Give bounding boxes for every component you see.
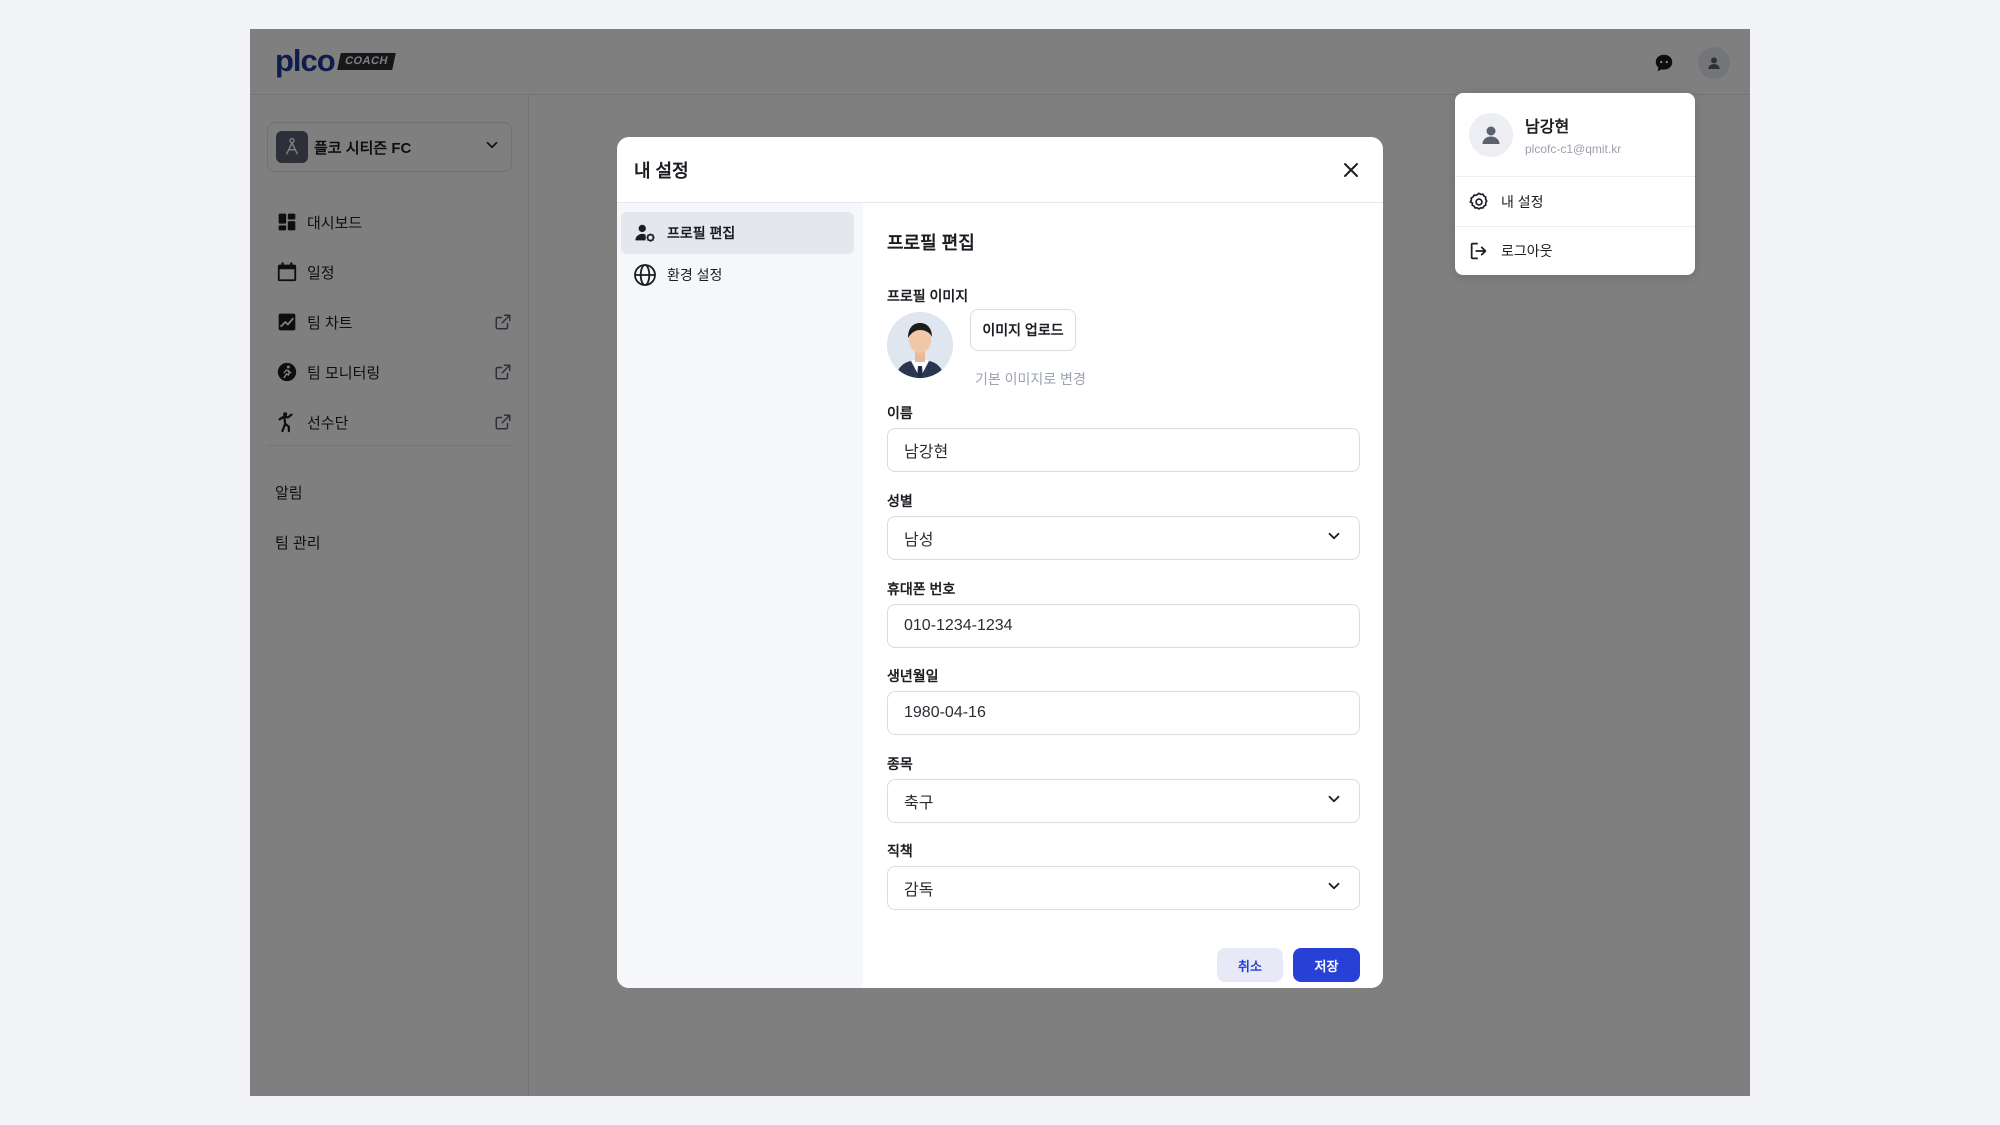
tab-label: 프로필 편집 (667, 225, 736, 241)
save-button[interactable]: 저장 (1293, 948, 1360, 982)
chevron-down-icon (1325, 877, 1343, 900)
phone-label: 휴대폰 번호 (887, 581, 956, 597)
close-icon[interactable] (1336, 155, 1366, 185)
role-label: 직책 (887, 843, 913, 859)
globe-icon (633, 263, 657, 287)
menu-item-label: 내 설정 (1501, 193, 1544, 210)
name-value: 남강현 (904, 444, 949, 461)
section-title: 프로필 편집 (887, 233, 975, 253)
gender-label: 성별 (887, 493, 913, 509)
sport-select[interactable]: 축구 (887, 779, 1360, 823)
tab-label: 환경 설정 (667, 267, 723, 283)
phone-value: 010-1234-1234 (904, 617, 1013, 634)
gender-select[interactable]: 남성 (887, 516, 1360, 560)
settings-modal: 내 설정 프로필 편집 환경 설정 프로필 편집 프로필 이미지 이미지 업로드… (617, 137, 1383, 988)
app-window: plco COACH 플코 시티즌 FC (250, 29, 1750, 1096)
tab-preferences[interactable]: 환경 설정 (621, 254, 854, 296)
menu-item-my-settings[interactable]: 내 설정 (1455, 177, 1695, 226)
menu-item-label: 로그아웃 (1501, 243, 1553, 259)
reset-image-link[interactable]: 기본 이미지로 변경 (975, 369, 1086, 389)
profile-image-label: 프로필 이미지 (887, 288, 969, 304)
user-settings-icon (633, 221, 657, 245)
role-select[interactable]: 감독 (887, 866, 1360, 910)
modal-header: 내 설정 (617, 137, 1383, 203)
settings-icon (1467, 190, 1491, 214)
chevron-down-icon (1325, 790, 1343, 813)
sport-value: 축구 (904, 795, 934, 812)
user-email: plcofc-c1@qmit.kr (1525, 142, 1622, 156)
chevron-down-icon (1325, 527, 1343, 550)
tab-profile-edit[interactable]: 프로필 편집 (621, 212, 854, 254)
birth-label: 생년월일 (887, 668, 939, 684)
gender-value: 남성 (904, 532, 934, 549)
name-label: 이름 (887, 405, 913, 421)
user-menu-header: 남강현 plcofc-c1@qmit.kr (1455, 93, 1695, 177)
phone-field[interactable]: 010-1234-1234 (887, 604, 1360, 648)
profile-photo (887, 312, 953, 378)
birth-value: 1980-04-16 (904, 704, 986, 721)
user-dropdown-menu: 남강현 plcofc-c1@qmit.kr 내 설정 로그아웃 (1455, 93, 1695, 275)
sport-label: 종목 (887, 756, 913, 772)
modal-side-nav: 프로필 편집 환경 설정 (617, 203, 863, 988)
user-avatar-icon (1469, 112, 1513, 157)
name-field[interactable]: 남강현 (887, 428, 1360, 472)
role-value: 감독 (904, 882, 934, 899)
modal-title: 내 설정 (634, 160, 689, 181)
logout-icon (1467, 239, 1491, 263)
cancel-button[interactable]: 취소 (1217, 948, 1283, 982)
birth-date-field[interactable]: 1980-04-16 (887, 691, 1360, 735)
menu-item-logout[interactable]: 로그아웃 (1455, 226, 1695, 275)
image-upload-button[interactable]: 이미지 업로드 (970, 309, 1076, 351)
user-name: 남강현 (1525, 119, 1570, 136)
